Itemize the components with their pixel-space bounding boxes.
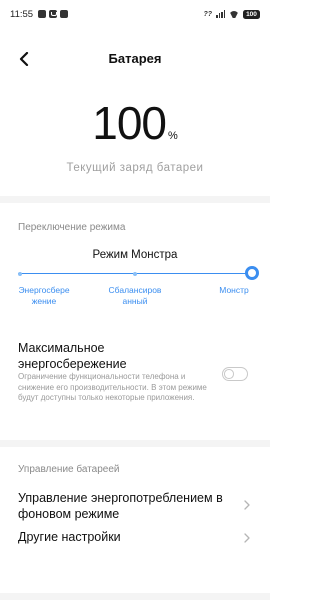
other-settings-item[interactable]: Другие настройки: [0, 528, 270, 548]
page-title: Батарея: [108, 51, 162, 66]
charge-value: 100: [92, 97, 167, 149]
battery-charge-display: 100%: [0, 96, 270, 150]
charge-label: Текущий заряд батареи: [66, 162, 204, 174]
status-time: 11:55: [10, 8, 34, 20]
wifi-icon: [229, 11, 239, 18]
status-right-group: ?? 100: [203, 9, 260, 19]
max-power-saving-description: Ограничение функциональности телефона и …: [18, 372, 207, 402]
max-power-saving-title: Максимальное энергосбережение: [18, 341, 127, 371]
battery-management-section-title: Управление батареей: [18, 464, 120, 475]
signal-icon: [216, 10, 225, 18]
chevron-right-icon: [242, 500, 252, 510]
chevron-right-icon: [242, 533, 252, 543]
notification-icon: [38, 10, 47, 18]
mode-option-balanced[interactable]: Сбалансиров анный: [100, 285, 170, 307]
battery-status-icon: 100: [243, 9, 260, 19]
mode-option-powersave[interactable]: Энергосбере жение: [14, 285, 74, 307]
section-divider: [0, 196, 270, 203]
section-divider: [0, 440, 270, 447]
mode-option-balanced-label: Сбалансиров анный: [108, 285, 162, 306]
mode-option-powersave-label: Энергосбере жение: [18, 285, 70, 306]
slider-stop-balanced[interactable]: [133, 271, 137, 276]
other-settings-label: Другие настройки: [18, 530, 121, 544]
mode-slider[interactable]: [18, 266, 259, 280]
network-type-text: ??: [203, 10, 212, 18]
max-power-saving-toggle[interactable]: [222, 367, 248, 381]
current-mode-label: Режим Монстра: [92, 249, 178, 261]
toggle-knob: [224, 369, 234, 379]
slider-thumb[interactable]: [245, 266, 259, 280]
background-power-management-item[interactable]: Управление энергопотреблением в фоновом …: [0, 488, 270, 522]
status-bar: 11:55 ?? 100: [0, 0, 270, 28]
app-header: Батарея: [0, 44, 270, 74]
mode-section-title: Переключение режима: [18, 222, 126, 233]
background-power-management-label: Управление энергопотреблением в фоновом …: [18, 491, 223, 521]
message-icon: [49, 10, 58, 18]
slider-stop-powersave[interactable]: [18, 271, 22, 276]
mode-option-monster[interactable]: Монстр: [212, 285, 256, 296]
mode-option-monster-label: Монстр: [219, 285, 249, 295]
media-icon: [60, 10, 69, 18]
section-divider: [0, 593, 270, 600]
charge-unit: %: [167, 130, 178, 142]
